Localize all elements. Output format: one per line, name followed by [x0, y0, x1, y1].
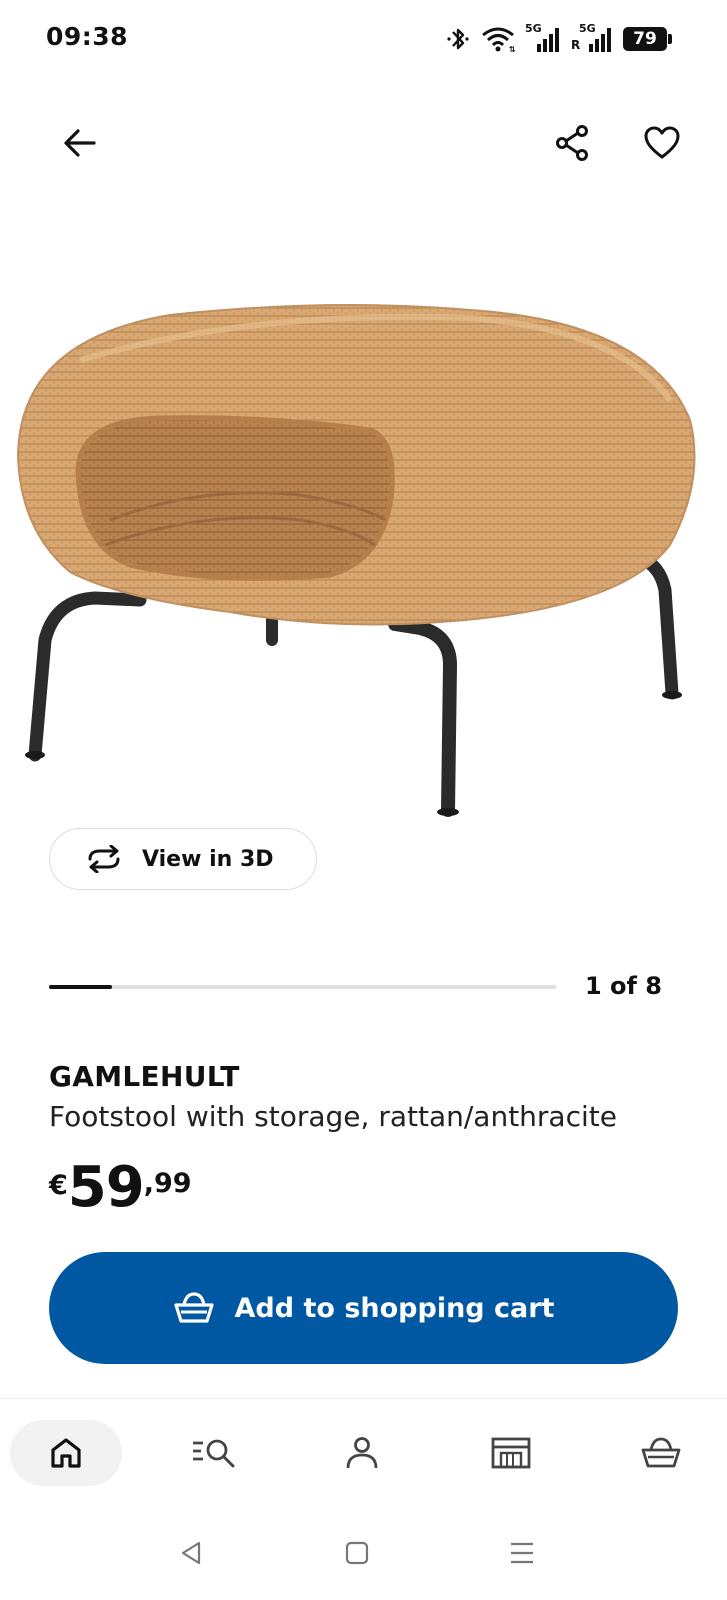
nav-store-button[interactable] [455, 1420, 567, 1486]
basket-icon [173, 1292, 214, 1323]
footstool-image [16, 304, 696, 817]
signal-icon: 5G [525, 22, 561, 54]
favorite-button[interactable] [634, 115, 690, 171]
nav-search-button[interactable] [158, 1420, 270, 1486]
menu-lines-icon [511, 1542, 533, 1564]
share-button[interactable] [545, 115, 601, 171]
search-icon [193, 1439, 235, 1468]
back-button[interactable] [52, 115, 108, 171]
system-menu-button[interactable] [497, 1528, 547, 1578]
bottom-nav [0, 1420, 727, 1490]
nav-home-button[interactable] [10, 1420, 122, 1486]
top-nav [0, 115, 727, 175]
home-icon [51, 1438, 81, 1468]
product-description: Footstool with storage, rattan/anthracit… [49, 1100, 617, 1133]
price-currency: € [49, 1170, 68, 1201]
price-decimal: ,99 [143, 1168, 192, 1199]
view-in-3d-button[interactable]: View in 3D [49, 828, 317, 890]
share-icon [556, 125, 588, 161]
roaming-label: R [571, 38, 581, 52]
back-arrow-icon [64, 129, 96, 157]
signal-5g-label: 5G [525, 22, 542, 35]
battery-icon: 79 [623, 27, 672, 51]
carousel-progress-fill [49, 985, 113, 989]
svg-text:⇅: ⇅ [509, 45, 515, 53]
product-name: GAMLEHULT [49, 1060, 240, 1093]
status-icons: ⇅ 5G 5G R 79 [447, 22, 672, 56]
status-bar: 09:38 ⇅ 5G 5G R 79 [0, 0, 727, 80]
signal-5g-label: 5G [579, 22, 596, 35]
profile-icon [346, 1437, 378, 1469]
add-to-cart-button[interactable]: Add to shopping cart [49, 1252, 678, 1364]
basket-icon [641, 1437, 681, 1468]
signal-roaming-icon: 5G R [571, 22, 613, 54]
back-triangle-icon [181, 1541, 201, 1565]
battery-level: 79 [633, 29, 657, 49]
system-home-button[interactable] [332, 1528, 382, 1578]
system-nav [0, 1528, 727, 1578]
carousel-progress-bar [49, 985, 556, 989]
add-to-cart-label: Add to shopping cart [234, 1292, 555, 1324]
bottom-divider [0, 1398, 727, 1399]
nav-cart-button[interactable] [605, 1420, 717, 1486]
rotate-3d-icon [88, 845, 120, 873]
bluetooth-icon [447, 25, 471, 53]
heart-icon [644, 126, 680, 159]
product-price: € 59 ,99 [49, 1160, 192, 1216]
carousel-counter: 1 of 8 [584, 972, 662, 1000]
store-icon [491, 1437, 531, 1469]
wifi-icon: ⇅ [481, 25, 515, 53]
nav-profile-button[interactable] [306, 1420, 418, 1486]
view-in-3d-label: View in 3D [142, 846, 274, 872]
product-image[interactable] [0, 280, 727, 840]
status-time: 09:38 [46, 22, 129, 51]
home-square-icon [345, 1541, 369, 1565]
system-back-button[interactable] [166, 1528, 216, 1578]
price-integer: 59 [67, 1155, 145, 1220]
